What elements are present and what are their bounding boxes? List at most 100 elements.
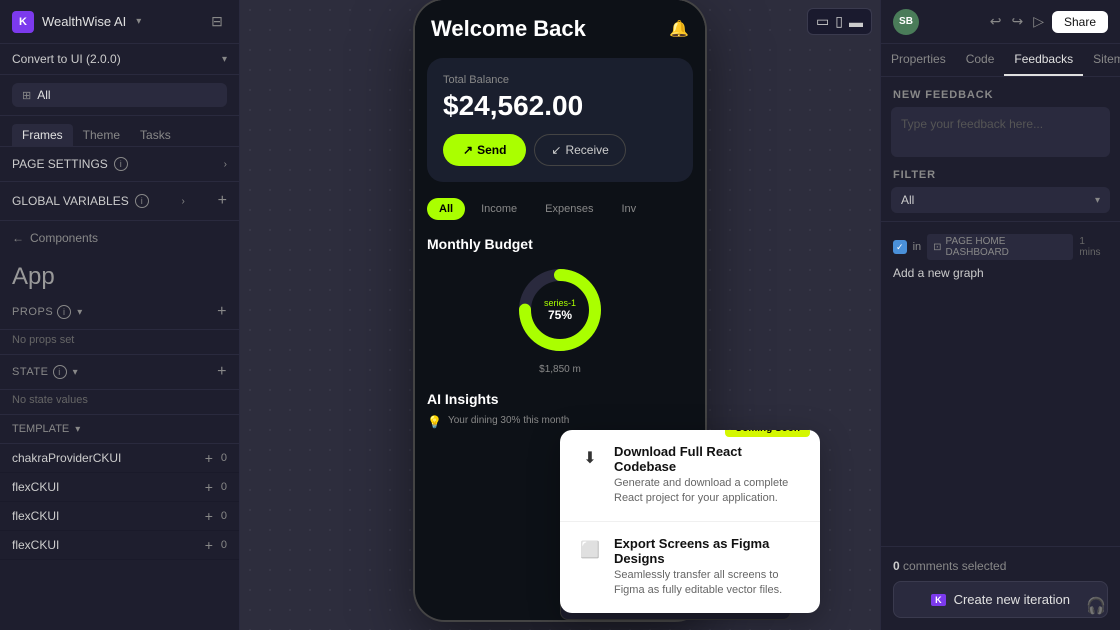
popup-figma-icon-wrap: ⬜ <box>576 536 604 564</box>
coming-soon-badge: Coming Soon <box>725 430 810 437</box>
props-section-label: PROPS i ▾ + <box>0 295 239 330</box>
tab-bar: Frames Theme Tasks <box>0 116 239 147</box>
receive-button[interactable]: ↙ Receive <box>534 134 625 166</box>
page-settings-info-icon[interactable]: i <box>114 157 128 171</box>
donut-chart: series-1 75% <box>510 260 610 360</box>
template-row-actions: + 0 <box>205 479 227 495</box>
global-vars-info-icon[interactable]: i <box>135 194 149 208</box>
template-label-text: TEMPLATE <box>12 423 69 435</box>
filter-tab-income[interactable]: Income <box>469 198 529 220</box>
template-count: 0 <box>221 539 227 551</box>
send-label: Send <box>477 143 506 157</box>
back-to-components[interactable]: ← Components <box>0 221 239 255</box>
page-settings-expand-icon[interactable]: › <box>224 159 227 170</box>
feedback-checkbox[interactable]: ✓ <box>893 240 907 254</box>
convert-label: Convert to UI (2.0.0) <box>12 52 121 66</box>
page-settings-row[interactable]: PAGE SETTINGS i › <box>0 147 239 182</box>
popup-figma-title: Export Screens as Figma Designs <box>614 536 804 566</box>
template-chevron-icon[interactable]: ▾ <box>75 424 80 435</box>
no-state-label: No state values <box>0 390 239 415</box>
state-section-label: STATE i ▾ + <box>0 355 239 390</box>
search-input-wrap[interactable]: ⊞ All <box>12 83 227 107</box>
center-canvas: text ⊕ K ▭ ▯ ▬ Welcome Back 🔔 Total Bala… <box>240 0 880 630</box>
convert-bar[interactable]: Convert to UI (2.0.0) ▾ <box>0 44 239 75</box>
tab-tasks[interactable]: Tasks <box>130 124 181 146</box>
template-count: 0 <box>221 510 227 522</box>
popup-item-react[interactable]: ⬇ Download Full React Codebase Generate … <box>560 430 820 522</box>
template-add-icon[interactable]: + <box>205 508 213 524</box>
template-item-name: flexCKUI <box>12 538 205 552</box>
share-button[interactable]: Share <box>1052 11 1108 33</box>
template-count: 0 <box>221 452 227 464</box>
welcome-text: Welcome Back <box>431 16 586 42</box>
popup-card: Coming Soon ⬇ Download Full React Codeba… <box>560 430 820 613</box>
comments-number: 0 <box>893 559 900 573</box>
global-variables-row[interactable]: GLOBAL VARIABLES i › + <box>0 182 239 221</box>
phone-icon[interactable]: ▭ <box>816 13 829 30</box>
send-button[interactable]: ↗ Send <box>443 134 526 166</box>
page-reference[interactable]: ⊡ PAGE HOME DASHBOARD <box>927 234 1073 260</box>
state-chevron-icon[interactable]: ▾ <box>73 367 79 378</box>
props-add-icon[interactable]: + <box>217 303 227 321</box>
balance-label: Total Balance <box>443 74 677 86</box>
insight-text: Your dining 30% this month <box>448 415 569 426</box>
popup-item-title: Download Full React Codebase <box>614 444 804 474</box>
layout-toggle-button[interactable]: ⊟ <box>207 12 227 32</box>
filter-tab-inv[interactable]: Inv <box>609 198 648 220</box>
popup-download-icon-wrap: ⬇ <box>576 444 604 472</box>
receive-arrow-icon: ↙ <box>551 143 561 157</box>
feedback-placeholder: Type your feedback here... <box>901 117 1043 131</box>
template-add-icon[interactable]: + <box>205 450 213 466</box>
receive-label: Receive <box>565 143 608 157</box>
filter-dropdown[interactable]: All ▾ <box>891 187 1110 213</box>
props-info-icon[interactable]: i <box>57 305 71 319</box>
bell-icon[interactable]: 🔔 <box>669 19 689 39</box>
monthly-budget-title: Monthly Budget <box>427 236 693 252</box>
tablet-icon[interactable]: ▯ <box>835 13 843 30</box>
template-add-icon[interactable]: + <box>205 537 213 553</box>
redo-button[interactable]: ↪ <box>1009 11 1025 32</box>
popup-item-figma[interactable]: ⬜ Export Screens as Figma Designs Seamle… <box>560 522 820 613</box>
tab-properties[interactable]: Properties <box>881 44 956 76</box>
undo-button[interactable]: ↩ <box>988 11 1004 32</box>
desktop-icon[interactable]: ▬ <box>849 14 863 30</box>
feedback-input[interactable]: Type your feedback here... <box>891 107 1110 157</box>
phone-header: Welcome Back 🔔 <box>415 0 705 50</box>
ai-insights-title: AI Insights <box>427 391 693 407</box>
feedback-item: ✓ in ⊡ PAGE HOME DASHBOARD 1 mins Add a … <box>881 221 1120 292</box>
popup-item-desc: Generate and download a complete React p… <box>614 476 804 507</box>
filter-tab-expenses[interactable]: Expenses <box>533 198 605 220</box>
play-button[interactable]: ▷ <box>1031 11 1046 32</box>
project-name: WealthWise AI <box>42 14 126 29</box>
app-logo: K <box>12 11 34 33</box>
template-item-name: chakraProviderCKUI <box>12 451 205 465</box>
props-chevron-icon[interactable]: ▾ <box>77 307 83 318</box>
no-props-label: No props set <box>0 330 239 355</box>
lightbulb-icon: 💡 <box>427 415 442 429</box>
popup-figma-text: Export Screens as Figma Designs Seamless… <box>614 536 804 599</box>
figma-icon: ⬜ <box>580 540 600 560</box>
right-sidebar: SB ↩ ↪ ▷ Share Properties Code Feedbacks… <box>880 0 1120 630</box>
create-iteration-button[interactable]: K Create new iteration <box>893 581 1108 618</box>
tab-frames[interactable]: Frames <box>12 124 73 146</box>
props-label-text: PROPS <box>12 306 53 318</box>
chart-percentage: 75% <box>544 308 576 322</box>
state-info-icon[interactable]: i <box>53 365 67 379</box>
tab-theme[interactable]: Theme <box>73 124 130 146</box>
template-add-icon[interactable]: + <box>205 479 213 495</box>
global-vars-expand-icon[interactable]: › <box>182 196 185 207</box>
template-item-name: flexCKUI <box>12 480 205 494</box>
feedback-in-label: in <box>913 241 922 253</box>
tab-feedbacks[interactable]: Feedbacks <box>1004 44 1083 76</box>
filter-tab-all[interactable]: All <box>427 198 465 220</box>
template-row: flexCKUI + 0 <box>0 531 239 560</box>
page-ref-text: PAGE HOME DASHBOARD <box>946 236 1068 258</box>
state-add-icon[interactable]: + <box>217 363 227 381</box>
project-chevron-icon[interactable]: ▾ <box>136 16 141 27</box>
ai-insights-section: AI Insights 💡 Your dining 30% this month <box>415 383 705 437</box>
headphone-icon[interactable]: 🎧 <box>1086 596 1106 616</box>
tab-code[interactable]: Code <box>956 44 1005 76</box>
feedback-meta: ✓ in ⊡ PAGE HOME DASHBOARD 1 mins <box>893 234 1108 260</box>
tab-sitemap[interactable]: Sitemap <box>1083 44 1120 76</box>
global-vars-add-icon[interactable]: + <box>218 192 227 210</box>
